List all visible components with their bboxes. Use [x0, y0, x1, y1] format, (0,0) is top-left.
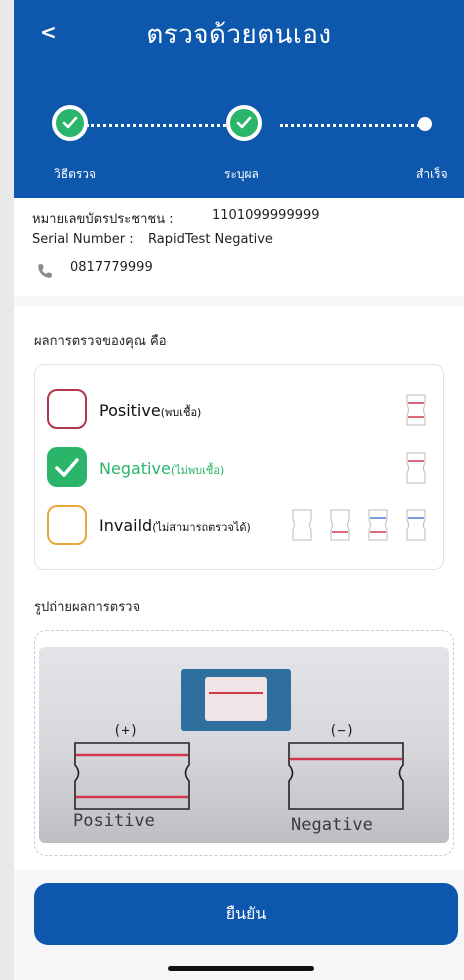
step-connector — [86, 124, 244, 127]
positive-checkbox[interactable] — [47, 389, 87, 429]
step-label-method: วิธีตรวจ — [54, 167, 97, 181]
step-label-result: ระบุผล — [224, 167, 259, 181]
invalid-strip-icon-2 — [330, 509, 350, 541]
page-title: ตรวจด้วยตนเอง — [146, 20, 332, 50]
result-options-card: Positive(พบเชื้อ) Negative(ไม่พบเชื้อ) I… — [34, 364, 444, 570]
home-indicator — [168, 966, 314, 971]
invalid-strip-icon-1 — [292, 509, 312, 541]
negative-option[interactable]: Negative(ไม่พบเชื้อ) — [99, 459, 224, 479]
photo-heading: รูปถ่ายผลการตรวจ — [34, 600, 141, 615]
app-screen: < ตรวจด้วยตนเอง วิธีตรวจ ระบุผล สำเร็จ ห… — [14, 0, 464, 980]
negative-strip-icon — [406, 452, 426, 484]
step-2-check-icon — [226, 105, 262, 141]
step-connector — [280, 124, 420, 127]
serial-number-label: Serial Number : — [32, 232, 134, 247]
phone-icon — [38, 264, 52, 278]
negative-sign: (−) — [329, 723, 355, 739]
test-result-photo: (+) (−) Positive Negative — [39, 647, 449, 843]
invalid-sublabel: (ไม่สามารถตรวจได้) — [152, 521, 251, 534]
positive-sublabel: (พบเชื้อ) — [160, 406, 202, 419]
check-icon — [55, 458, 79, 477]
id-card-label: หมายเลขบัตรประชาชน : — [32, 212, 174, 227]
negative-checkbox[interactable] — [47, 447, 87, 487]
negative-label: Negative — [99, 459, 171, 478]
step-1-check-icon — [52, 105, 88, 141]
serial-number-value: RapidTest Negative — [148, 232, 273, 247]
invalid-option[interactable]: Invaild(ไม่สามารถตรวจได้) — [99, 516, 251, 536]
invalid-label: Invaild — [99, 516, 153, 535]
positive-sign: (+) — [113, 723, 139, 739]
step-label-done: สำเร็จ — [416, 167, 448, 181]
result-heading: ผลการตรวจของคุณ คือ — [34, 334, 167, 349]
confirm-button[interactable]: ยืนยัน — [34, 883, 458, 945]
step-3-dot — [418, 117, 432, 131]
phone-number: 0817779999 — [70, 260, 153, 275]
header: < ตรวจด้วยตนเอง วิธีตรวจ ระบุผล สำเร็จ — [14, 0, 464, 198]
invalid-strip-icon-3 — [368, 509, 388, 541]
negative-sublabel: (ไม่พบเชื้อ) — [170, 464, 225, 477]
photo-positive-label: Positive — [73, 811, 155, 831]
positive-option[interactable]: Positive(พบเชื้อ) — [99, 401, 201, 421]
photo-negative-label: Negative — [291, 815, 373, 835]
photo-upload-box[interactable]: (+) (−) Positive Negative — [34, 630, 454, 856]
invalid-checkbox[interactable] — [47, 505, 87, 545]
positive-label: Positive — [99, 401, 161, 420]
user-info-section: หมายเลขบัตรประชาชน : 1101099999999 Seria… — [14, 198, 464, 296]
id-card-value: 1101099999999 — [212, 208, 320, 223]
positive-strip-icon — [406, 394, 426, 426]
invalid-strip-icon-4 — [406, 509, 426, 541]
